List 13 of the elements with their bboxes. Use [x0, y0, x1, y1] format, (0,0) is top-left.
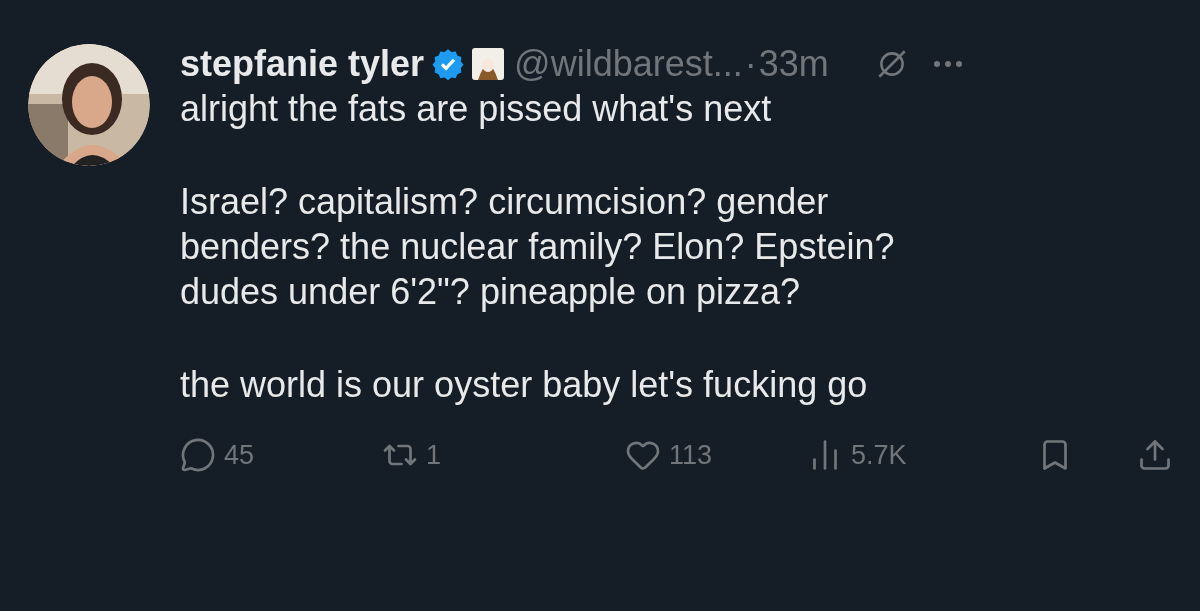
user-handle[interactable]: @wildbarest...	[514, 44, 743, 84]
views-button[interactable]: 5.7K	[807, 435, 907, 476]
post-text: Israel? capitalism? circumcision? gender benders? the nuclear family? Elon? Epstein? dudes under 6'2"? pineapple on pizza?	[180, 180, 896, 314]
reply-icon	[180, 437, 216, 474]
repost-button[interactable]: 1	[382, 435, 442, 476]
like-button[interactable]: 113	[625, 435, 713, 476]
more-icon[interactable]	[932, 59, 963, 69]
author-name[interactable]: stepfanie tyler	[180, 44, 425, 84]
reply-button[interactable]: 45	[180, 435, 255, 476]
separator-dot: ·	[744, 44, 757, 84]
post-text: the world is our oyster baby let's fucking go	[180, 363, 869, 407]
post-text: alright the fats are pissed what's next	[180, 87, 773, 131]
post-time: 33m	[758, 44, 829, 84]
